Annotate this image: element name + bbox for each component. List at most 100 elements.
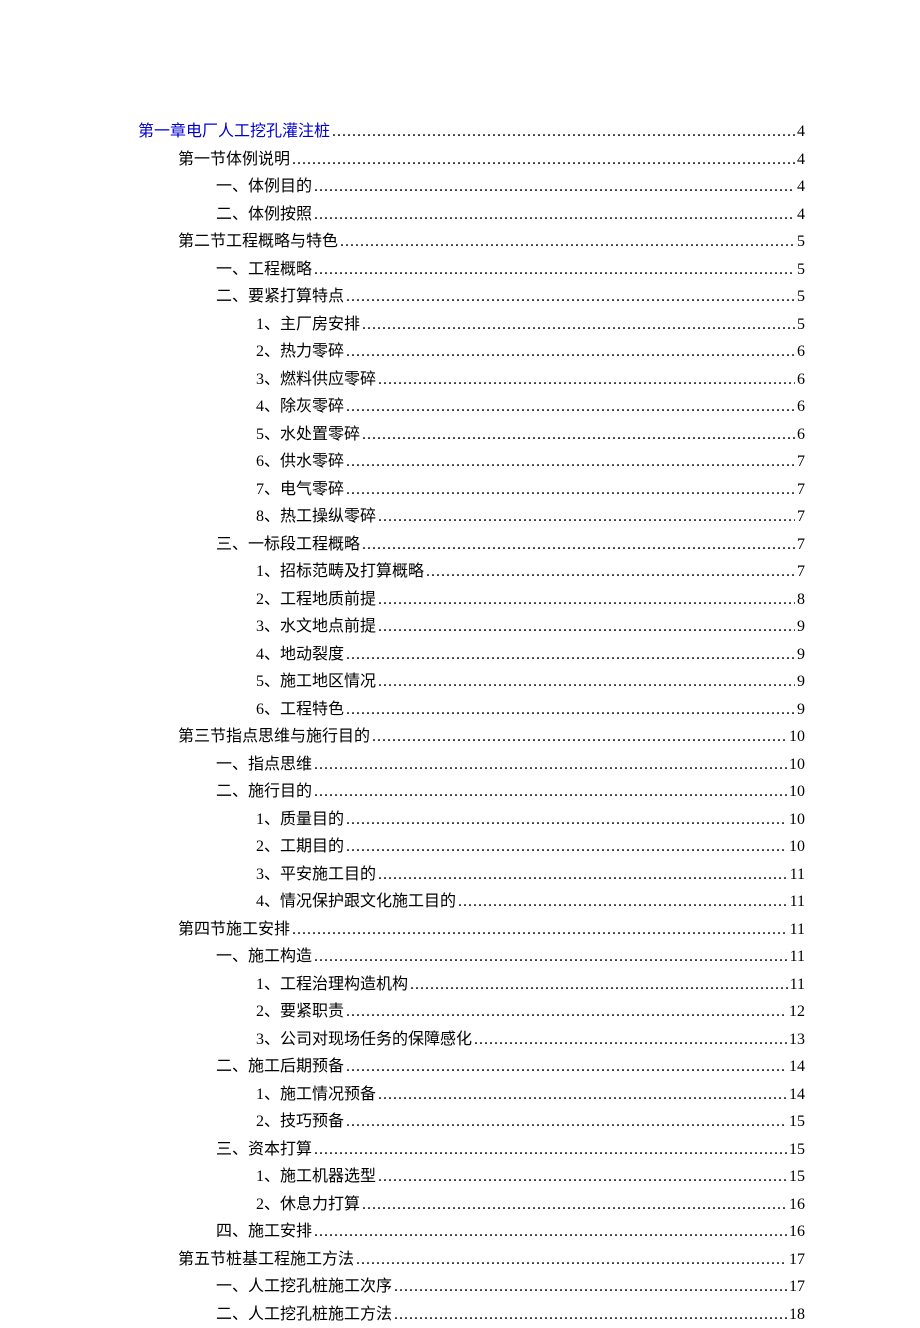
toc-entry-page: 4 — [797, 146, 805, 174]
toc-entry[interactable]: 2、休息力打算16 — [138, 1191, 805, 1219]
toc-entry-title: 4、除灰零碎 — [256, 393, 344, 421]
toc-entry-title: 第四节施工安排 — [178, 916, 290, 944]
toc-entry[interactable]: 一、体例目的4 — [138, 173, 805, 201]
toc-entry-title: 1、工程治理构造机构 — [256, 971, 408, 999]
toc-entry[interactable]: 1、招标范畴及打算概略7 — [138, 558, 805, 586]
toc-entry[interactable]: 1、工程治理构造机构11 — [138, 971, 805, 999]
toc-entry[interactable]: 2、工期目的10 — [138, 833, 805, 861]
toc-entry[interactable]: 第四节施工安排11 — [138, 916, 805, 944]
toc-entry-page: 14 — [789, 1081, 805, 1109]
toc-entry[interactable]: 三、资本打算15 — [138, 1136, 805, 1164]
toc-entry[interactable]: 二、施行目的10 — [138, 778, 805, 806]
toc-entry[interactable]: 第三节指点思维与施行目的10 — [138, 723, 805, 751]
toc-entry-page: 4 — [797, 173, 805, 201]
toc-entry[interactable]: 2、技巧预备15 — [138, 1108, 805, 1136]
toc-entry-title: 三、一标段工程概略 — [216, 531, 360, 559]
toc-entry-page: 12 — [789, 998, 805, 1026]
toc-entry[interactable]: 一、指点思维10 — [138, 751, 805, 779]
toc-entry[interactable]: 3、公司对现场任务的保障感化13 — [138, 1026, 805, 1054]
toc-entry[interactable]: 1、施工情况预备14 — [138, 1081, 805, 1109]
toc-entry-title: 第一节体例说明 — [178, 146, 290, 174]
toc-entry[interactable]: 1、施工机器选型15 — [138, 1163, 805, 1191]
toc-entry[interactable]: 2、要紧职责12 — [138, 998, 805, 1026]
toc-leader-dots — [426, 558, 795, 586]
toc-leader-dots — [346, 393, 795, 421]
toc-entry[interactable]: 一、工程概略5 — [138, 256, 805, 284]
toc-entry-page: 6 — [797, 393, 805, 421]
toc-entry[interactable]: 二、人工挖孔桩施工方法18 — [138, 1301, 805, 1328]
toc-leader-dots — [346, 448, 795, 476]
toc-entry-title: 4、地动裂度 — [256, 641, 344, 669]
toc-entry-title: 一、人工挖孔桩施工次序 — [216, 1273, 392, 1301]
toc-entry[interactable]: 一、人工挖孔桩施工次序17 — [138, 1273, 805, 1301]
toc-entry[interactable]: 三、一标段工程概略7 — [138, 531, 805, 559]
toc-leader-dots — [314, 201, 795, 229]
toc-entry[interactable]: 2、热力零碎 6 — [138, 338, 805, 366]
toc-leader-dots — [458, 888, 788, 916]
toc-entry[interactable]: 四、施工安排16 — [138, 1218, 805, 1246]
toc-leader-dots — [346, 1053, 787, 1081]
toc-entry[interactable]: 6、供水零碎7 — [138, 448, 805, 476]
toc-entry-title: 5、施工地区情况 — [256, 668, 376, 696]
toc-leader-dots — [346, 476, 795, 504]
toc-entry-title: 第一章电厂人工挖孔灌注桩 — [138, 118, 330, 146]
toc-leader-dots — [378, 613, 795, 641]
toc-leader-dots — [346, 696, 795, 724]
toc-entry[interactable]: 二、体例按照4 — [138, 201, 805, 229]
toc-entry-title: 3、平安施工目的 — [256, 861, 376, 889]
toc-leader-dots — [362, 421, 795, 449]
toc-leader-dots — [314, 751, 787, 779]
toc-leader-dots — [362, 1191, 787, 1219]
toc-entry[interactable]: 7、电气零碎 7 — [138, 476, 805, 504]
toc-entry-page: 10 — [789, 806, 805, 834]
toc-entry[interactable]: 第一节体例说明 4 — [138, 146, 805, 174]
toc-entry-title: 2、休息力打算 — [256, 1191, 360, 1219]
toc-entry-page: 18 — [789, 1301, 805, 1328]
toc-entry[interactable]: 3、水文地点前提9 — [138, 613, 805, 641]
toc-entry[interactable]: 二、要紧打算特点5 — [138, 283, 805, 311]
toc-entry-page: 7 — [797, 503, 805, 531]
toc-leader-dots — [378, 861, 788, 889]
toc-entry-title: 7、电气零碎 — [256, 476, 344, 504]
toc-entry-page: 5 — [797, 256, 805, 284]
toc-entry-title: 3、水文地点前提 — [256, 613, 376, 641]
toc-entry-title: 二、体例按照 — [216, 201, 312, 229]
toc-leader-dots — [314, 1136, 787, 1164]
toc-entry[interactable]: 一、施工构造11 — [138, 943, 805, 971]
toc-entry-title: 2、热力零碎 — [256, 338, 344, 366]
toc-entry[interactable]: 3、平安施工目的11 — [138, 861, 805, 889]
toc-leader-dots — [346, 998, 787, 1026]
toc-entry[interactable]: 5、水处置零碎6 — [138, 421, 805, 449]
toc-entry-title: 三、资本打算 — [216, 1136, 312, 1164]
toc-leader-dots — [346, 283, 795, 311]
toc-leader-dots — [378, 668, 795, 696]
toc-entry[interactable]: 6、工程特色9 — [138, 696, 805, 724]
toc-entry[interactable]: 1、主厂房安排5 — [138, 311, 805, 339]
toc-entry-title: 2、工程地质前提 — [256, 586, 376, 614]
toc-leader-dots — [410, 971, 788, 999]
toc-entry-page: 8 — [797, 586, 805, 614]
toc-entry-page: 6 — [797, 338, 805, 366]
toc-entry[interactable]: 2、工程地质前提 8 — [138, 586, 805, 614]
toc-entry[interactable]: 二、施工后期预备14 — [138, 1053, 805, 1081]
toc-leader-dots — [378, 1163, 787, 1191]
toc-entry-title: 3、公司对现场任务的保障感化 — [256, 1026, 472, 1054]
toc-entry-page: 14 — [789, 1053, 805, 1081]
toc-entry-page: 10 — [789, 723, 805, 751]
toc-entry[interactable]: 第二节工程概略与特色5 — [138, 228, 805, 256]
toc-entry[interactable]: 第五节桩基工程施工方法17 — [138, 1246, 805, 1274]
toc-entry[interactable]: 4、除灰零碎 6 — [138, 393, 805, 421]
toc-entry-title: 一、指点思维 — [216, 751, 312, 779]
toc-entry[interactable]: 4、情况保护跟文化施工目的11 — [138, 888, 805, 916]
toc-entry[interactable]: 5、施工地区情况9 — [138, 668, 805, 696]
table-of-contents: 第一章电厂人工挖孔灌注桩4第一节体例说明4一、体例目的4二、体例按照4第二节工程… — [138, 118, 805, 1328]
toc-entry-page: 15 — [789, 1163, 805, 1191]
toc-entry[interactable]: 第一章电厂人工挖孔灌注桩4 — [138, 118, 805, 146]
toc-entry[interactable]: 1、质量目的10 — [138, 806, 805, 834]
toc-entry-title: 1、主厂房安排 — [256, 311, 360, 339]
toc-leader-dots — [346, 1108, 787, 1136]
toc-entry[interactable]: 4、地动裂度9 — [138, 641, 805, 669]
toc-entry[interactable]: 8、热工操纵零碎7 — [138, 503, 805, 531]
toc-entry-page: 7 — [797, 476, 805, 504]
toc-entry[interactable]: 3、燃料供应零碎6 — [138, 366, 805, 394]
